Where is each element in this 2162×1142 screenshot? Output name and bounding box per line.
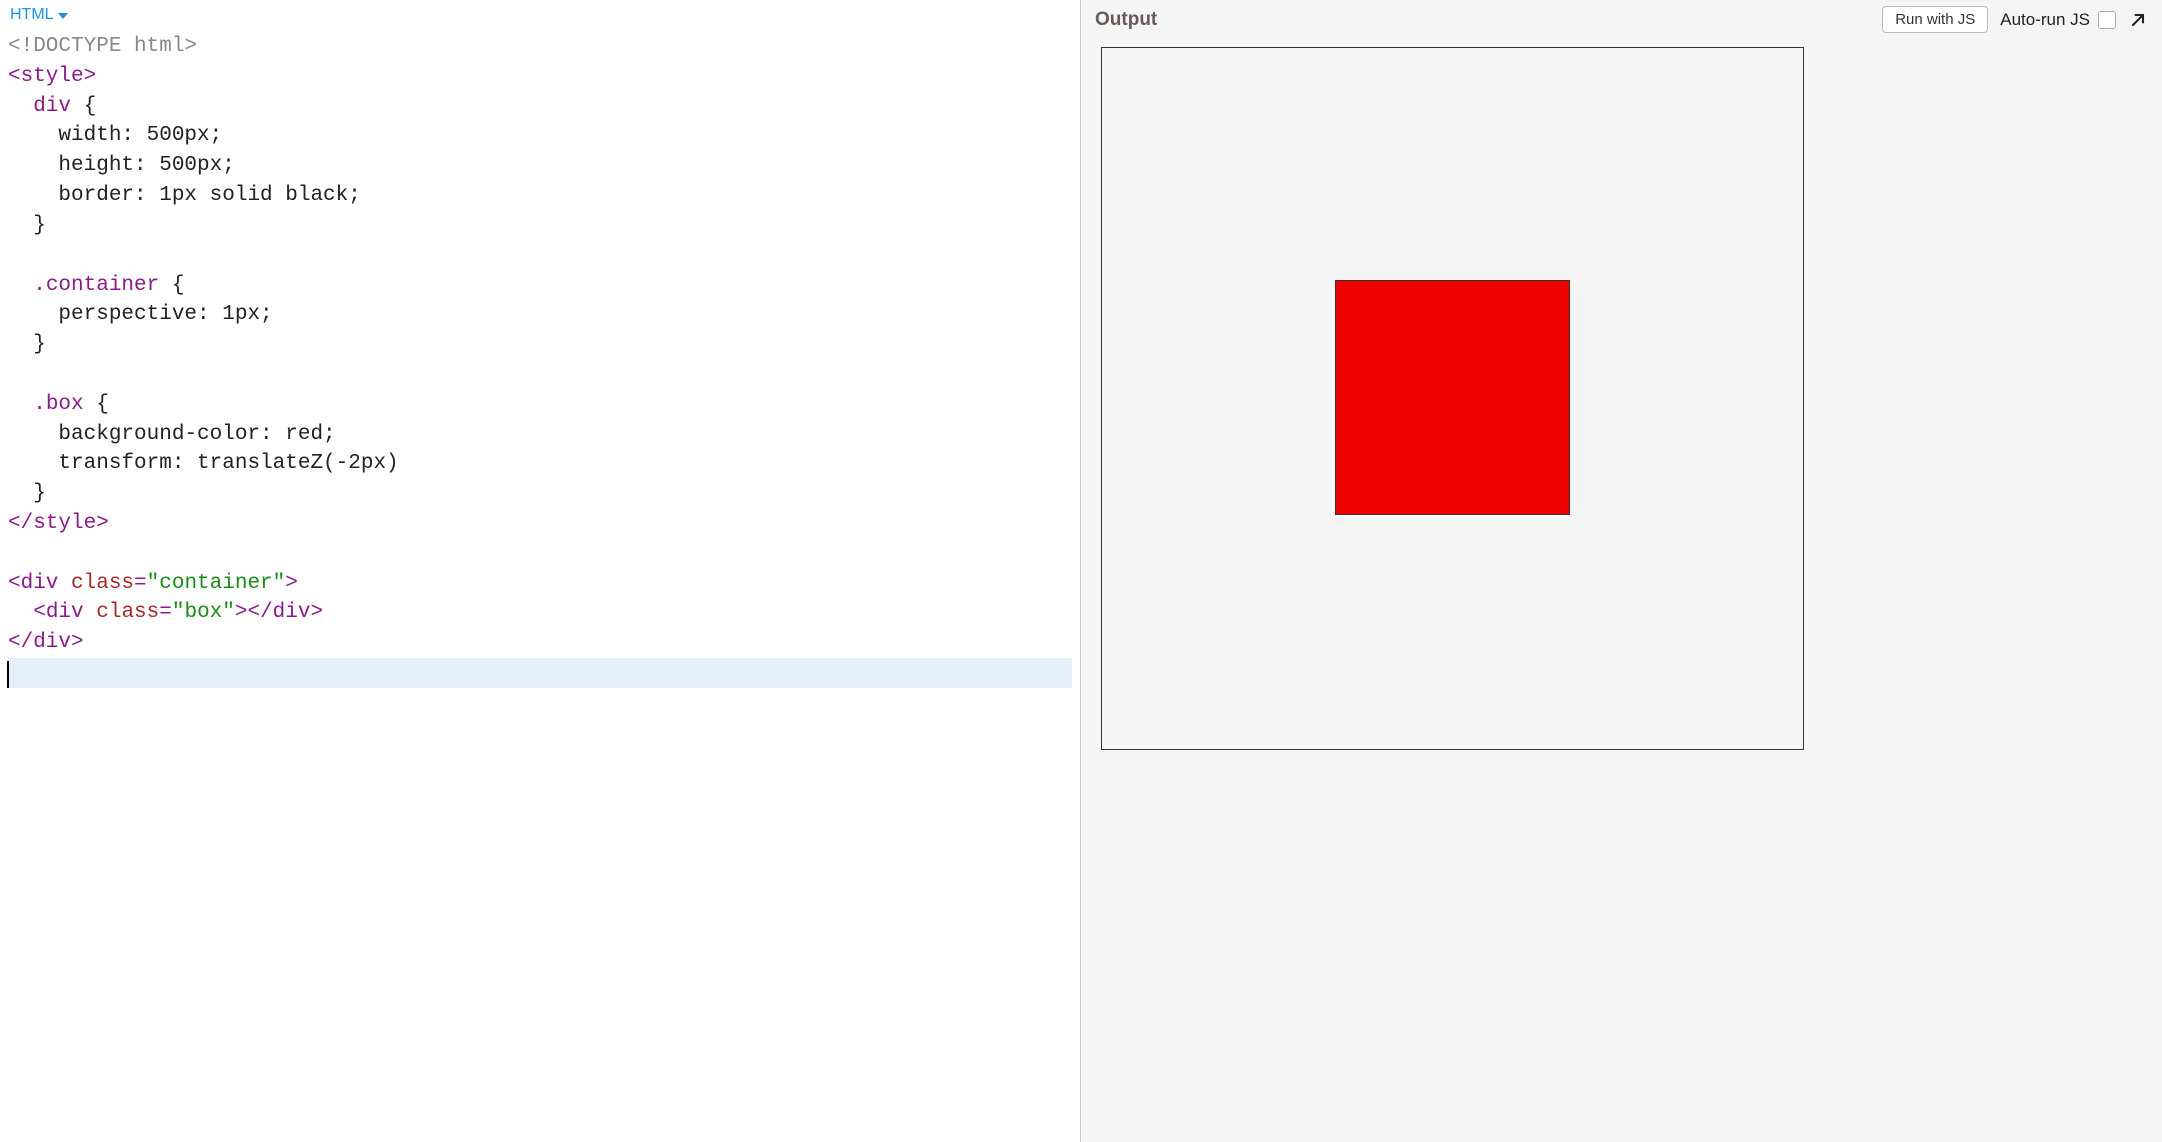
autorun-toggle[interactable]: Auto-run JS xyxy=(2000,10,2116,30)
autorun-checkbox[interactable] xyxy=(2098,11,2116,29)
autorun-label-text: Auto-run JS xyxy=(2000,10,2090,30)
code-line[interactable]: <div class="box"></div> xyxy=(8,598,1072,628)
editor-header: HTML xyxy=(0,0,1080,28)
code-line[interactable] xyxy=(8,241,1072,271)
language-dropdown[interactable]: HTML xyxy=(10,6,68,24)
code-line[interactable]: width: 500px; xyxy=(8,121,1072,151)
code-line[interactable]: height: 500px; xyxy=(8,151,1072,181)
code-line[interactable]: .container { xyxy=(8,271,1072,301)
code-line[interactable]: <div class="container"> xyxy=(8,569,1072,599)
code-line-active[interactable] xyxy=(8,658,1072,688)
code-line[interactable]: <!DOCTYPE html> xyxy=(8,32,1072,62)
code-line[interactable]: transform: translateZ(-2px) xyxy=(8,449,1072,479)
editor-pane: HTML <!DOCTYPE html><style> div { width:… xyxy=(0,0,1081,1142)
code-line[interactable]: } xyxy=(8,211,1072,241)
code-line[interactable] xyxy=(8,539,1072,569)
expand-icon[interactable] xyxy=(2128,10,2148,30)
code-line[interactable]: } xyxy=(8,479,1072,509)
code-line[interactable]: </div> xyxy=(8,628,1072,658)
code-editor[interactable]: <!DOCTYPE html><style> div { width: 500p… xyxy=(0,28,1080,1142)
output-preview-container xyxy=(1101,47,1804,750)
code-line[interactable]: .box { xyxy=(8,390,1072,420)
code-line[interactable]: } xyxy=(8,330,1072,360)
code-line[interactable]: background-color: red; xyxy=(8,420,1072,450)
code-line[interactable] xyxy=(8,360,1072,390)
code-line[interactable]: <style> xyxy=(8,62,1072,92)
output-label: Output xyxy=(1095,9,1870,31)
run-button[interactable]: Run with JS xyxy=(1882,6,1988,33)
code-line[interactable]: div { xyxy=(8,92,1072,122)
output-header: Output Run with JS Auto-run JS xyxy=(1081,0,2162,37)
language-label: HTML xyxy=(10,6,54,24)
text-cursor xyxy=(7,661,9,688)
code-line[interactable]: perspective: 1px; xyxy=(8,300,1072,330)
output-preview-box xyxy=(1335,280,1570,515)
code-line[interactable]: </style> xyxy=(8,509,1072,539)
output-pane: Output Run with JS Auto-run JS xyxy=(1081,0,2162,1142)
chevron-down-icon xyxy=(58,13,68,19)
code-line[interactable]: border: 1px solid black; xyxy=(8,181,1072,211)
